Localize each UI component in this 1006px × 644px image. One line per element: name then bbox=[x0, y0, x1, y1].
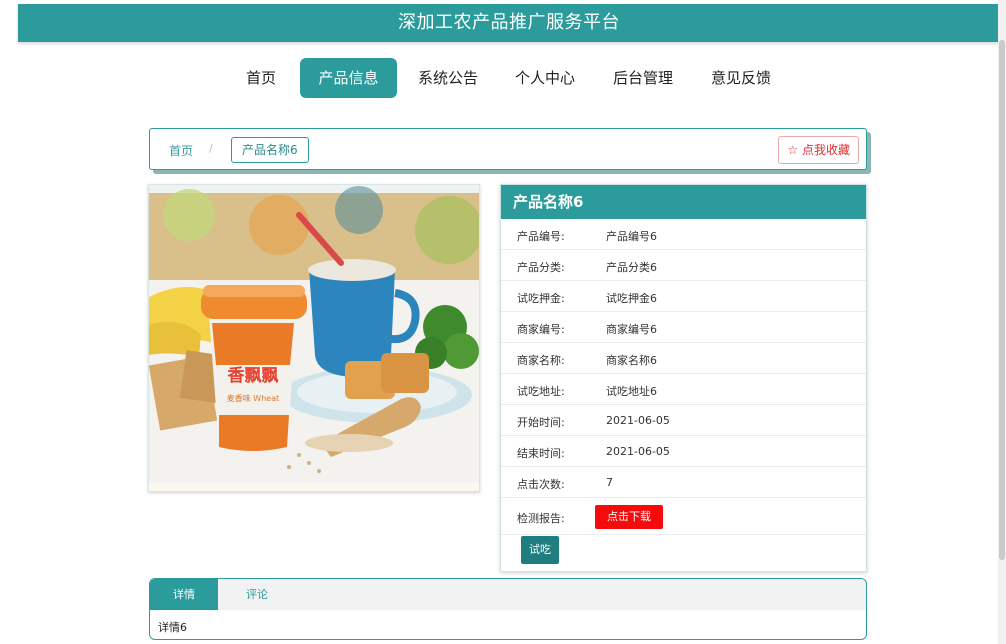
brand-text: 香飘飘 bbox=[228, 366, 279, 386]
field-value: 试吃押金6 bbox=[606, 292, 657, 305]
app-title-bar: 深加工农产品推广服务平台 bbox=[18, 4, 1000, 42]
field-value: 商家名称6 bbox=[606, 354, 657, 367]
field-product-number: 产品编号: 产品编号6 bbox=[501, 219, 866, 250]
main-nav: 首页 产品信息 系统公告 个人中心 后台管理 意见反馈 bbox=[0, 58, 1006, 98]
field-merchant-number: 商家编号: 商家编号6 bbox=[501, 312, 866, 343]
field-trial-deposit: 试吃押金: 试吃押金6 bbox=[501, 281, 866, 312]
detail-tabs: 详情 评论 详情6 bbox=[149, 578, 867, 640]
nav-item-home[interactable]: 首页 bbox=[234, 58, 288, 98]
breadcrumb-separator: / bbox=[209, 142, 213, 155]
nav-item-announcements[interactable]: 系统公告 bbox=[410, 58, 486, 98]
flavor-text: 麦香味 Wheat bbox=[227, 393, 279, 403]
nav-item-feedback[interactable]: 意见反馈 bbox=[702, 58, 780, 98]
field-value: 2021-06-05 bbox=[606, 414, 670, 427]
product-image: 香飘飘 麦香味 Wheat bbox=[148, 184, 480, 492]
field-value: 产品分类6 bbox=[606, 261, 657, 274]
field-end-time: 结束时间: 2021-06-05 bbox=[501, 436, 866, 467]
field-label: 商家编号: bbox=[517, 323, 565, 336]
nav-item-product-info[interactable]: 产品信息 bbox=[300, 58, 397, 98]
field-label: 商家名称: bbox=[517, 354, 565, 367]
field-merchant-name: 商家名称: 商家名称6 bbox=[501, 343, 866, 374]
tab-content-details: 详情6 bbox=[158, 621, 187, 634]
tab-comments[interactable]: 评论 bbox=[222, 579, 292, 610]
field-label: 产品编号: bbox=[517, 230, 565, 243]
field-test-report: 检测报告: 点击下载 bbox=[501, 498, 866, 535]
nav-item-admin[interactable]: 后台管理 bbox=[604, 58, 682, 98]
trial-button[interactable]: 试吃 bbox=[521, 536, 559, 564]
field-start-time: 开始时间: 2021-06-05 bbox=[501, 405, 866, 436]
breadcrumb-home-link[interactable]: 首页 bbox=[169, 142, 193, 159]
field-label: 点击次数: bbox=[517, 478, 565, 491]
product-details-panel: 产品名称6 产品编号: 产品编号6 产品分类: 产品分类6 试吃押金: 试吃押金… bbox=[500, 184, 867, 572]
tab-details[interactable]: 详情 bbox=[150, 579, 218, 610]
field-value: 2021-06-05 bbox=[606, 445, 670, 458]
field-click-count: 点击次数: 7 bbox=[501, 467, 866, 498]
field-label: 检测报告: bbox=[517, 512, 565, 525]
breadcrumb-current: 产品名称6 bbox=[231, 137, 309, 163]
app-title: 深加工农产品推广服务平台 bbox=[398, 12, 620, 33]
product-photo: 香飘飘 麦香味 Wheat bbox=[149, 185, 479, 491]
nav-item-personal-center[interactable]: 个人中心 bbox=[505, 58, 585, 98]
field-value: 试吃地址6 bbox=[606, 385, 657, 398]
field-label: 产品分类: bbox=[517, 261, 565, 274]
field-label: 试吃地址: bbox=[517, 385, 565, 398]
field-label: 开始时间: bbox=[517, 416, 565, 429]
tabs-header: 详情 评论 bbox=[150, 579, 866, 610]
field-label: 结束时间: bbox=[517, 447, 565, 460]
favorite-button[interactable]: ☆ 点我收藏 bbox=[778, 136, 859, 164]
breadcrumb: 首页 / 产品名称6 ☆ 点我收藏 bbox=[149, 128, 867, 170]
field-value: 7 bbox=[606, 476, 613, 489]
field-value: 商家编号6 bbox=[606, 323, 657, 336]
product-title: 产品名称6 bbox=[501, 185, 866, 219]
field-trial-address: 试吃地址: 试吃地址6 bbox=[501, 374, 866, 405]
scrollbar-thumb[interactable] bbox=[999, 40, 1005, 560]
field-product-category: 产品分类: 产品分类6 bbox=[501, 250, 866, 281]
download-report-button[interactable]: 点击下载 bbox=[595, 505, 663, 529]
field-label: 试吃押金: bbox=[517, 292, 565, 305]
field-value: 产品编号6 bbox=[606, 230, 657, 243]
